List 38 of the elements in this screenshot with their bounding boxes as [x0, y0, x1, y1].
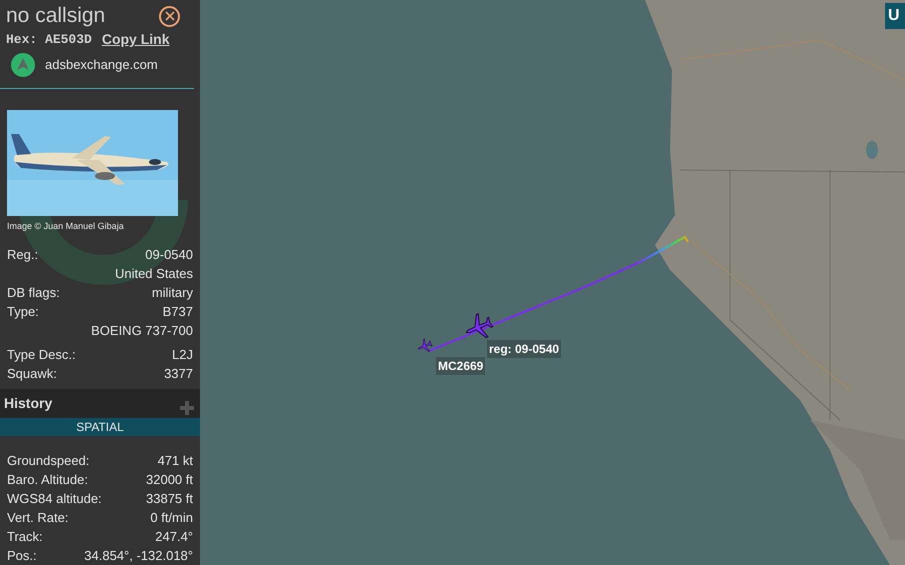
callsign-title: no callsign: [6, 3, 106, 29]
field-value: BOEING 737-700: [91, 322, 193, 340]
aircraft-icon[interactable]: [417, 338, 433, 354]
logo-icon: [11, 53, 35, 77]
field-label: DB flags:: [7, 284, 60, 302]
field-value: United States: [114, 265, 193, 284]
field-label: Vert. Rate:: [7, 508, 68, 527]
aircraft-label: MC2669: [436, 357, 486, 375]
photo-credit: Image © Juan Manuel Gibaja: [7, 220, 125, 233]
close-icon: [164, 11, 174, 21]
close-button[interactable]: [159, 6, 180, 26]
source-label: adsbexchange.com: [45, 56, 158, 74]
copy-link[interactable]: Copy Link: [102, 29, 170, 50]
field-label: Type Desc.:: [7, 346, 76, 364]
field-value: 33875 ft: [146, 490, 193, 508]
field-label: Track:: [7, 528, 43, 546]
field-value: 3377: [164, 365, 193, 384]
field-value: 0 ft/min: [150, 508, 193, 527]
field-value: B737: [162, 303, 193, 322]
field-label: WGS84 altitude:: [7, 490, 102, 508]
field-label: Baro. Altitude:: [7, 470, 88, 489]
field-value: military: [152, 284, 193, 302]
field-label: Squawk:: [7, 365, 57, 384]
history-header[interactable]: History: [0, 389, 200, 418]
map-corner-button[interactable]: U: [885, 3, 905, 29]
aircraft-label: reg: 09-0540: [487, 340, 562, 358]
field-value: 471 kt: [158, 452, 193, 470]
hex-code: Hex: AE503D: [6, 30, 92, 49]
field-label: Type:: [7, 303, 39, 322]
field-label: Groundspeed:: [7, 452, 90, 470]
field-label: Reg.:: [7, 246, 38, 264]
field-value: 34.854°, -132.018°: [84, 546, 193, 565]
field-value: L2J: [172, 346, 193, 364]
field-value: 09-0540: [145, 246, 193, 264]
field-label: Pos.:: [7, 546, 37, 565]
field-value: 32000 ft: [146, 470, 193, 489]
field-value: 247.4°: [155, 528, 193, 546]
spatial-header[interactable]: SPATIAL: [0, 418, 200, 436]
